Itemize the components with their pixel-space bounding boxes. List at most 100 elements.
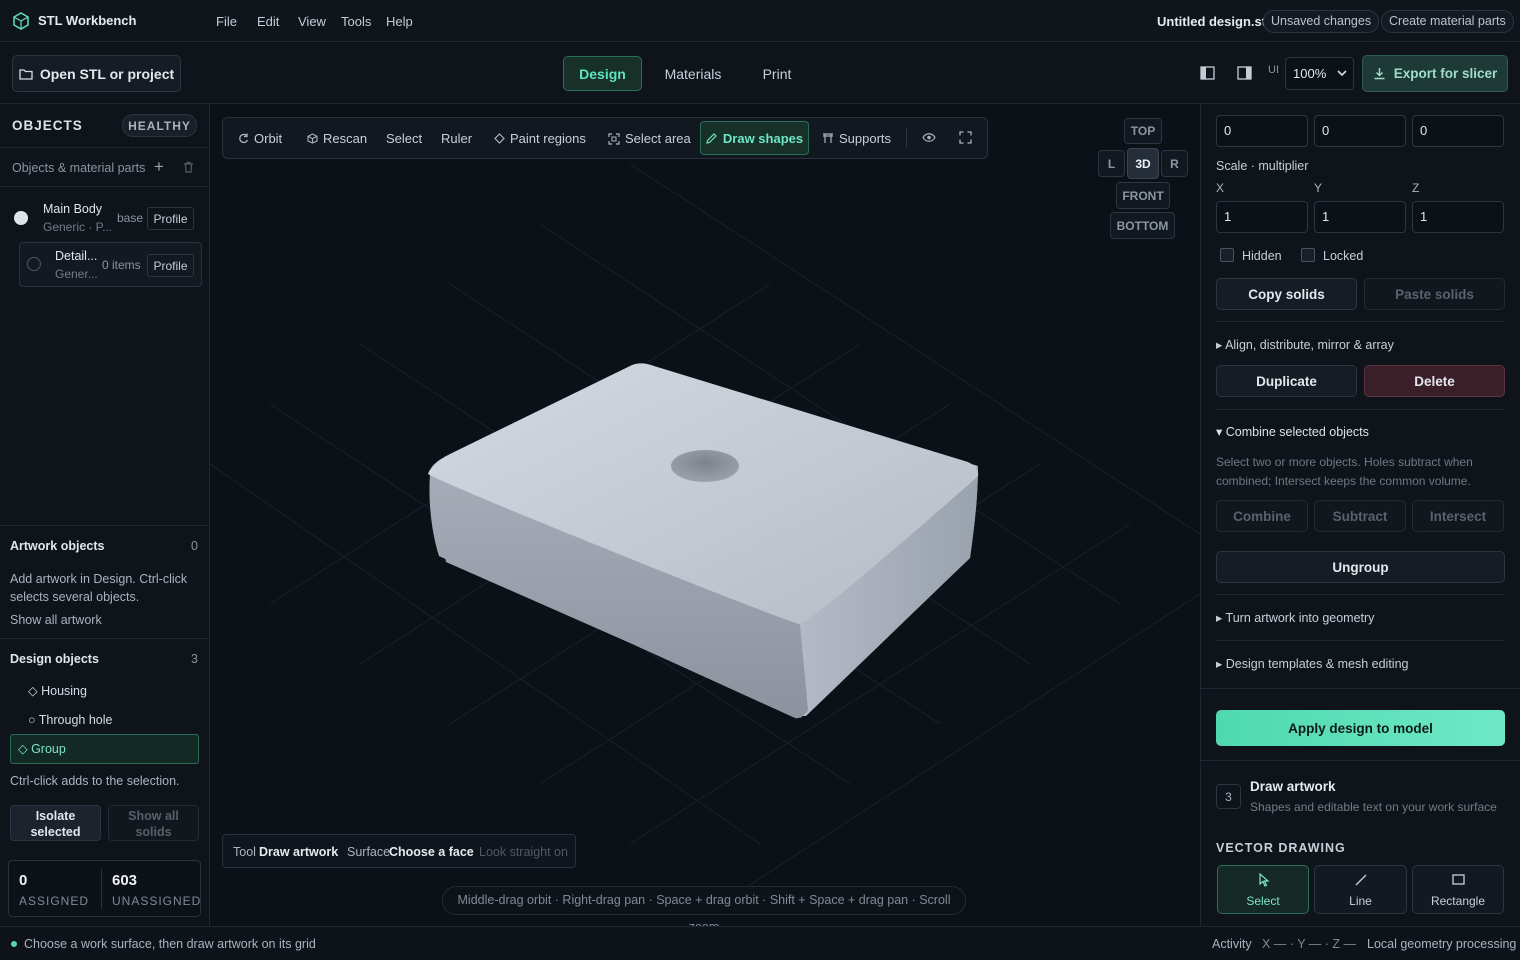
- 3d-viewport[interactable]: [210, 104, 1200, 926]
- menu-help[interactable]: Help: [386, 14, 413, 29]
- ui-zoom-select[interactable]: 100%: [1285, 57, 1354, 90]
- view-top-button[interactable]: TOP: [1124, 118, 1162, 144]
- cursor-coords: X — · Y — · Z —: [1262, 937, 1356, 951]
- caret-right-icon: ▸: [1216, 657, 1226, 671]
- apply-design-button[interactable]: Apply design to model: [1216, 710, 1505, 746]
- app-logo-icon: [13, 12, 29, 30]
- hidden-checkbox[interactable]: [1220, 248, 1234, 262]
- assignment-summary: 0 ASSIGNED 603 UNASSIGNED: [8, 860, 201, 917]
- object-item-main-body[interactable]: Main Body Generic · P... base Profile: [10, 199, 200, 237]
- open-stl-button[interactable]: Open STL or project: [12, 55, 181, 92]
- view-3d-button[interactable]: 3D: [1127, 148, 1159, 179]
- combine-section-toggle[interactable]: ▾ Combine selected objects: [1216, 424, 1369, 439]
- tool-draw-shapes[interactable]: Draw shapes: [700, 121, 809, 155]
- assigned-label: ASSIGNED: [19, 894, 90, 908]
- parts-label: Objects & material parts: [12, 161, 146, 175]
- menu-file[interactable]: File: [216, 14, 237, 29]
- tab-print[interactable]: Print: [750, 56, 804, 91]
- subtract-button[interactable]: Subtract: [1314, 500, 1406, 532]
- ungroup-button[interactable]: Ungroup: [1216, 551, 1505, 583]
- tool-supports[interactable]: Supports: [822, 131, 891, 146]
- paste-solids-button[interactable]: Paste solids: [1364, 278, 1505, 310]
- fullscreen-icon[interactable]: [959, 131, 972, 144]
- view-right-button[interactable]: R: [1161, 150, 1188, 177]
- tool-draw-label: Draw shapes: [722, 130, 804, 146]
- export-slicer-button[interactable]: Export for slicer: [1362, 55, 1508, 92]
- align-section-toggle[interactable]: ▸ Align, distribute, mirror & array: [1216, 337, 1394, 352]
- position-y-field[interactable]: 0: [1314, 115, 1406, 147]
- object-item-detail[interactable]: Detail... Gener... 0 items Profile: [19, 242, 202, 287]
- view-bottom-button[interactable]: BOTTOM: [1110, 212, 1175, 239]
- axis-z-label: Z: [1412, 181, 1420, 195]
- duplicate-button[interactable]: Duplicate: [1216, 365, 1357, 397]
- isolate-selected-button[interactable]: Isolate selected: [10, 805, 101, 841]
- menu-edit[interactable]: Edit: [257, 14, 279, 29]
- object-name: Detail...: [55, 249, 98, 263]
- ctrl-hint: Ctrl-click adds to the selection.: [10, 774, 180, 788]
- menu-tools[interactable]: Tools: [341, 14, 371, 29]
- design-item-housing[interactable]: ◇ Housing: [28, 683, 87, 698]
- cursor-icon: [1259, 873, 1270, 887]
- download-icon: [1374, 68, 1385, 80]
- intersect-button[interactable]: Intersect: [1412, 500, 1504, 532]
- design-item-through-hole[interactable]: ○ Through hole: [28, 713, 112, 727]
- position-z-field[interactable]: 0: [1412, 115, 1504, 147]
- object-tag: base: [117, 211, 144, 225]
- tool-rescan[interactable]: Rescan: [307, 131, 367, 146]
- look-straight-button[interactable]: Look straight on: [479, 845, 568, 859]
- export-label: Export for slicer: [1393, 66, 1498, 81]
- scale-z-field[interactable]: 1: [1412, 201, 1504, 233]
- view-front-button[interactable]: FRONT: [1116, 182, 1170, 209]
- show-all-artwork-link[interactable]: Show all artwork: [10, 613, 102, 627]
- create-material-parts-button[interactable]: Create material parts: [1381, 10, 1514, 33]
- activity-button[interactable]: Activity: [1212, 937, 1252, 951]
- profile-button[interactable]: Profile: [147, 207, 194, 230]
- viewport-scene: [210, 163, 1200, 905]
- profile-button[interactable]: Profile: [147, 254, 194, 277]
- scale-x-field[interactable]: 1: [1216, 201, 1308, 233]
- copy-solids-button[interactable]: Copy solids: [1216, 278, 1357, 310]
- unassigned-label: UNASSIGNED: [112, 894, 202, 908]
- vector-rectangle-tool[interactable]: Rectangle: [1412, 865, 1504, 914]
- templates-toggle[interactable]: ▸ Design templates & mesh editing: [1216, 656, 1408, 671]
- line-icon: [1355, 874, 1367, 886]
- combine-button[interactable]: Combine: [1216, 500, 1308, 532]
- object-sub: Generic · P...: [43, 220, 113, 234]
- add-icon[interactable]: +: [154, 157, 164, 177]
- tool-select[interactable]: Select: [386, 131, 422, 146]
- divider: [0, 147, 209, 148]
- unassigned-count: 603: [112, 872, 138, 889]
- locked-checkbox[interactable]: [1301, 248, 1315, 262]
- tab-materials[interactable]: Materials: [655, 56, 731, 91]
- ui-scale-label: UI: [1268, 64, 1279, 76]
- view-left-button[interactable]: L: [1098, 150, 1125, 177]
- tool-select-area[interactable]: Select area: [608, 131, 691, 146]
- divider: [1201, 760, 1520, 761]
- design-item-group[interactable]: ◇ Group: [10, 734, 199, 764]
- eye-icon[interactable]: [922, 132, 936, 143]
- tool-ruler[interactable]: Ruler: [441, 131, 472, 146]
- right-panel-toggle-icon[interactable]: [1237, 66, 1252, 80]
- left-panel-toggle-icon[interactable]: [1200, 66, 1215, 80]
- trash-icon[interactable]: [183, 161, 194, 173]
- divider: [101, 869, 102, 909]
- tab-design[interactable]: Design: [563, 56, 642, 91]
- axis-y-label: Y: [1314, 181, 1323, 195]
- processing-mode: Local geometry processing: [1367, 937, 1517, 951]
- tool-orbit[interactable]: Orbit: [238, 131, 282, 146]
- tool-paint-regions[interactable]: Paint regions: [494, 131, 586, 146]
- hud-surface-label: Surface: [347, 845, 391, 859]
- turn-geometry-toggle[interactable]: ▸ Turn artwork into geometry: [1216, 610, 1374, 625]
- position-x-field[interactable]: 0: [1216, 115, 1308, 147]
- scale-y-field[interactable]: 1: [1314, 201, 1406, 233]
- 3d-model-box: [428, 363, 979, 719]
- show-all-solids-button[interactable]: Show all solids: [108, 805, 199, 841]
- delete-button[interactable]: Delete: [1364, 365, 1505, 397]
- combine-hint: Select two or more objects. Holes subtra…: [1216, 455, 1473, 488]
- object-tag: 0 items: [102, 258, 141, 272]
- menu-view[interactable]: View: [298, 14, 326, 29]
- vector-line-tool[interactable]: Line: [1314, 865, 1407, 914]
- status-message: Choose a work surface, then draw artwork…: [24, 937, 316, 951]
- cube-icon: [307, 133, 318, 144]
- vector-select-tool[interactable]: Select: [1217, 865, 1309, 914]
